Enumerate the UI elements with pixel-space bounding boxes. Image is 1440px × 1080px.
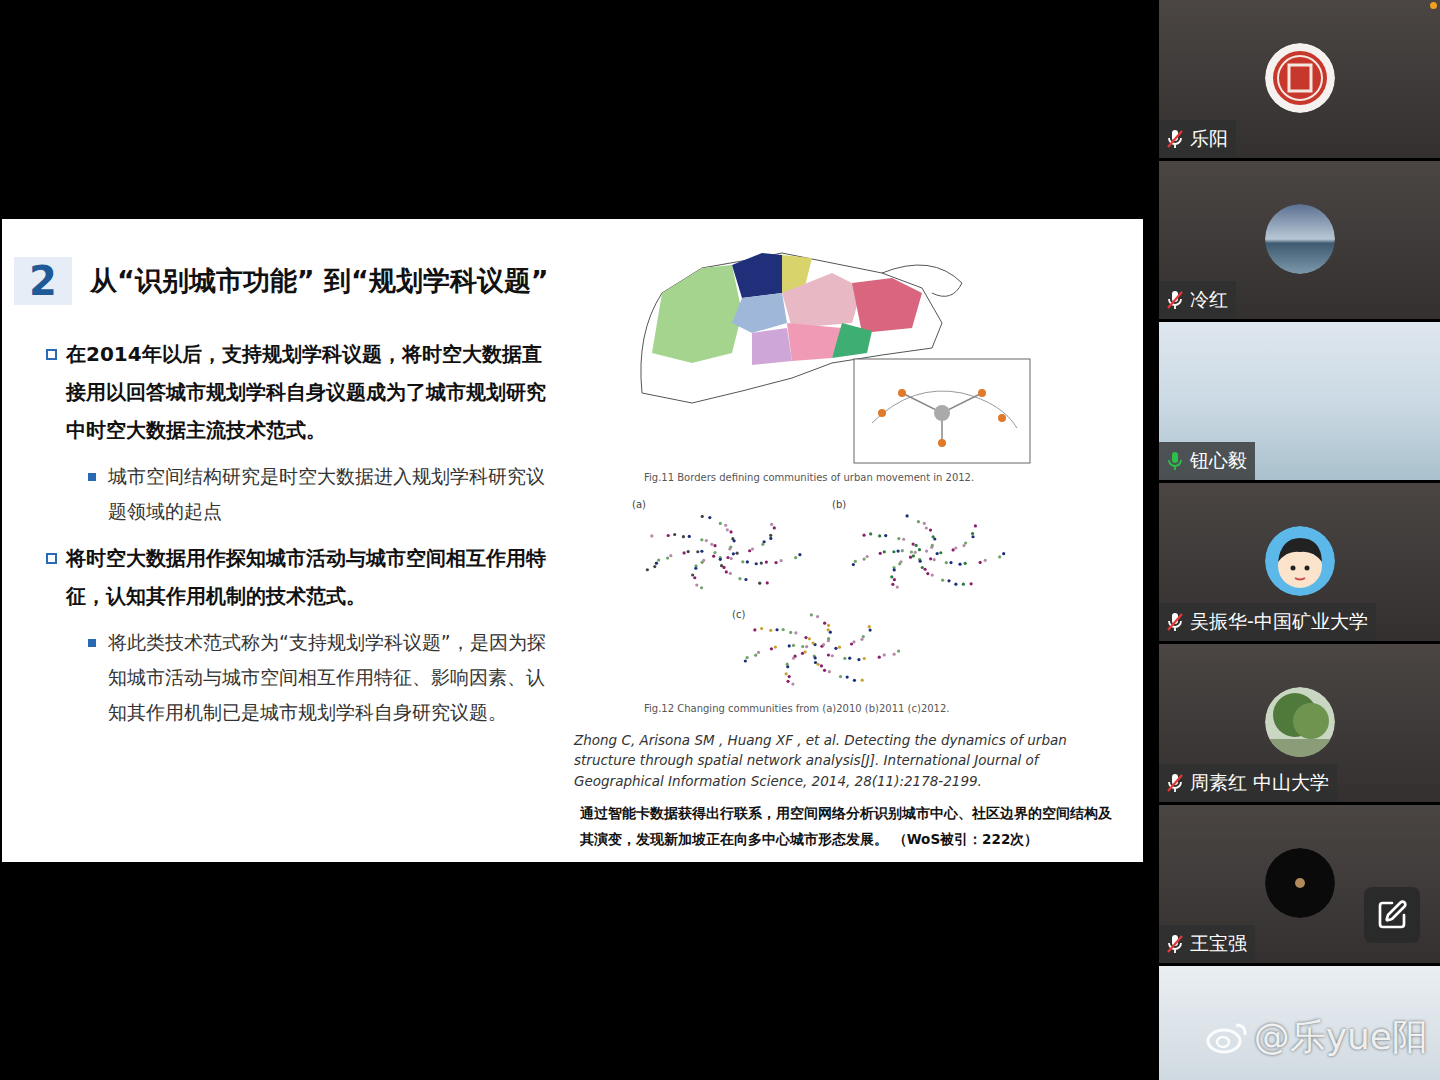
slide-figures: Fig.11 Borders defining communities of u… <box>574 219 1143 862</box>
participant-tile[interactable]: 乐阳 <box>1159 0 1440 158</box>
participant-tile[interactable]: 吴振华-中国矿业大学 <box>1159 483 1440 641</box>
section-number: 2 <box>14 257 72 305</box>
bullet-list: 在2014年以后，支持规划学科议题，将时空大数据直接用以回答城市规划学科自身议题… <box>14 335 574 730</box>
figure: (a) (b) (c) Fig.12 Changing communities fro… <box>632 499 1115 714</box>
participant-name: 冷红 <box>1159 281 1236 319</box>
weibo-icon <box>1206 1021 1248 1055</box>
participant-name: 王宝强 <box>1159 925 1255 963</box>
figure: Fig.11 Borders defining communities of u… <box>632 243 1115 483</box>
mic-muted-icon <box>1165 289 1185 311</box>
slide: 2 从“识别城市功能” 到“规划学科议题” 在2014年以后，支持规划学科议题，将时… <box>2 219 1143 862</box>
participant-list: 乐阳冷红钮心毅吴振华-中国矿业大学周素红 中山大学王宝强 <box>1159 0 1440 1080</box>
slide-title-row: 2 从“识别城市功能” 到“规划学科议题” <box>14 257 574 305</box>
community-change-maps <box>632 499 1022 699</box>
avatar <box>1265 43 1335 113</box>
participant-tile[interactable]: 钮心毅 <box>1159 322 1440 480</box>
mic-muted-icon <box>1165 772 1185 794</box>
status-dot <box>1430 2 1437 9</box>
bullet-icon <box>88 639 96 647</box>
mic-muted-icon <box>1165 933 1185 955</box>
avatar <box>1265 848 1335 918</box>
shared-screen: 2 从“识别城市功能” 到“规划学科议题” 在2014年以后，支持规划学科议题，将时… <box>0 0 1158 1080</box>
reference: Zhong C, Arisona SM , Huang XF , et al. … <box>574 730 1115 792</box>
bullet-point: 城市空间结构研究是时空大数据进入规划学科研究议题领域的起点 <box>46 459 558 529</box>
mic-icon <box>1165 450 1185 472</box>
figure-caption: Fig.12 Changing communities from (a)2010… <box>644 703 1115 714</box>
participant-tile[interactable]: 周素红 中山大学 <box>1159 644 1440 802</box>
panel-label: (a) <box>632 499 646 510</box>
watermark: @乐yue阳 <box>1206 1013 1428 1062</box>
avatar <box>1265 204 1335 274</box>
participant-name: 周素红 中山大学 <box>1159 764 1337 802</box>
panel-label: (c) <box>732 609 745 620</box>
mic-muted-icon <box>1165 611 1185 633</box>
participant-name: 吴振华-中国矿业大学 <box>1159 603 1376 641</box>
participant-name: 钮心毅 <box>1159 442 1255 480</box>
mic-muted-icon <box>1165 128 1185 150</box>
participant-name: 乐阳 <box>1159 120 1236 158</box>
bullet-icon <box>46 349 57 360</box>
bullet-point: 在2014年以后，支持规划学科议题，将时空大数据直接用以回答城市规划学科自身议题… <box>46 335 546 449</box>
participant-tile[interactable]: 王宝强 <box>1159 805 1440 963</box>
annotate-button[interactable] <box>1364 887 1420 943</box>
avatar <box>1265 526 1335 596</box>
meeting-window: 2 从“识别城市功能” 到“规划学科议题” 在2014年以后，支持规划学科议题，将时… <box>0 0 1440 1080</box>
slide-title: 从“识别城市功能” 到“规划学科议题” <box>90 263 548 299</box>
figure-caption: Fig.11 Borders defining communities of u… <box>644 472 1115 483</box>
participant-tile[interactable]: 冷红 <box>1159 161 1440 319</box>
bullet-icon <box>88 473 96 481</box>
panel-label: (b) <box>832 499 846 510</box>
bullet-point: 将此类技术范式称为“支持规划学科议题”，是因为探知城市活动与城市空间相互作用特征… <box>46 625 558 730</box>
community-map <box>632 243 1032 468</box>
summary: 通过智能卡数据获得出行联系，用空间网络分析识别城市中心、社区边界的空间结构及其演… <box>574 800 1115 852</box>
bullet-point: 将时空大数据用作探知城市活动与城市空间相互作用特征，认知其作用机制的技术范式。 <box>46 539 546 615</box>
bullet-icon <box>46 553 57 564</box>
avatar <box>1265 687 1335 757</box>
edit-icon <box>1376 899 1408 931</box>
slide-text: 2 从“识别城市功能” 到“规划学科议题” 在2014年以后，支持规划学科议题，将时… <box>2 219 574 862</box>
